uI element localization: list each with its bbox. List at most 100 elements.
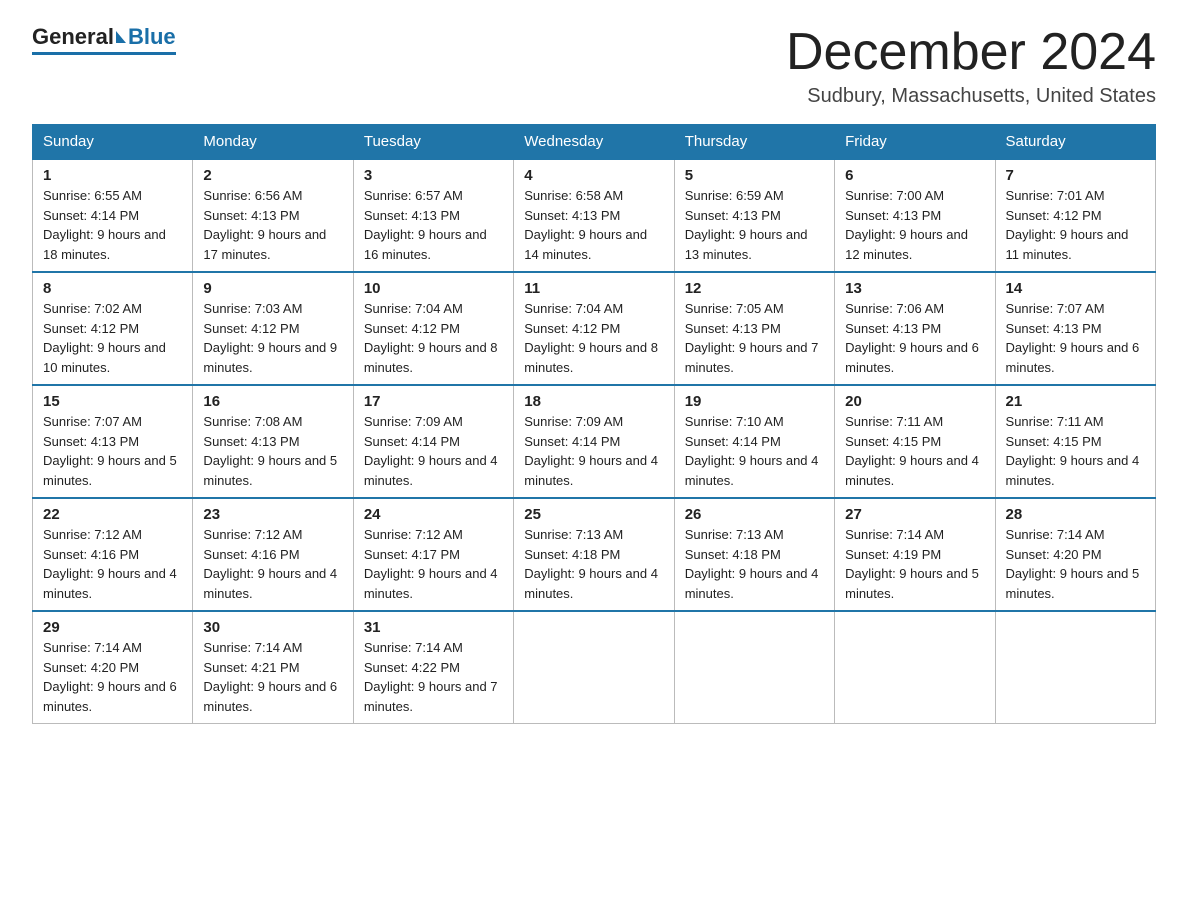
day-sunrise: Sunrise: 7:10 AM [685, 414, 784, 429]
day-sunrise: Sunrise: 6:59 AM [685, 188, 784, 203]
calendar-day-cell: 6 Sunrise: 7:00 AM Sunset: 4:13 PM Dayli… [835, 159, 995, 272]
day-number: 11 [524, 280, 663, 297]
day-sunset: Sunset: 4:14 PM [364, 434, 460, 449]
day-sunset: Sunset: 4:18 PM [524, 547, 620, 562]
calendar-day-cell: 8 Sunrise: 7:02 AM Sunset: 4:12 PM Dayli… [33, 272, 193, 385]
day-sunrise: Sunrise: 7:09 AM [524, 414, 623, 429]
day-daylight: Daylight: 9 hours and 6 minutes. [845, 340, 979, 375]
day-daylight: Daylight: 9 hours and 14 minutes. [524, 227, 647, 262]
calendar-day-cell [514, 611, 674, 724]
calendar-day-cell: 14 Sunrise: 7:07 AM Sunset: 4:13 PM Dayl… [995, 272, 1155, 385]
day-sunrise: Sunrise: 7:04 AM [524, 301, 623, 316]
calendar-day-cell: 27 Sunrise: 7:14 AM Sunset: 4:19 PM Dayl… [835, 498, 995, 611]
day-daylight: Daylight: 9 hours and 6 minutes. [43, 679, 177, 714]
day-sunset: Sunset: 4:21 PM [203, 660, 299, 675]
day-daylight: Daylight: 9 hours and 18 minutes. [43, 227, 166, 262]
calendar-day-cell: 30 Sunrise: 7:14 AM Sunset: 4:21 PM Dayl… [193, 611, 353, 724]
calendar-day-cell: 21 Sunrise: 7:11 AM Sunset: 4:15 PM Dayl… [995, 385, 1155, 498]
calendar-week-row: 29 Sunrise: 7:14 AM Sunset: 4:20 PM Dayl… [33, 611, 1156, 724]
day-number: 12 [685, 280, 824, 297]
calendar-day-cell: 1 Sunrise: 6:55 AM Sunset: 4:14 PM Dayli… [33, 159, 193, 272]
day-sunset: Sunset: 4:12 PM [364, 321, 460, 336]
col-sunday: Sunday [33, 125, 193, 160]
day-daylight: Daylight: 9 hours and 11 minutes. [1006, 227, 1129, 262]
calendar-header-row: Sunday Monday Tuesday Wednesday Thursday… [33, 125, 1156, 160]
day-sunrise: Sunrise: 7:13 AM [685, 527, 784, 542]
day-sunset: Sunset: 4:12 PM [203, 321, 299, 336]
day-sunrise: Sunrise: 7:14 AM [845, 527, 944, 542]
day-sunset: Sunset: 4:14 PM [43, 208, 139, 223]
calendar-day-cell: 19 Sunrise: 7:10 AM Sunset: 4:14 PM Dayl… [674, 385, 834, 498]
calendar-day-cell: 3 Sunrise: 6:57 AM Sunset: 4:13 PM Dayli… [353, 159, 513, 272]
day-daylight: Daylight: 9 hours and 5 minutes. [1006, 566, 1140, 601]
day-number: 26 [685, 506, 824, 523]
calendar-week-row: 8 Sunrise: 7:02 AM Sunset: 4:12 PM Dayli… [33, 272, 1156, 385]
day-number: 13 [845, 280, 984, 297]
calendar-day-cell: 7 Sunrise: 7:01 AM Sunset: 4:12 PM Dayli… [995, 159, 1155, 272]
day-daylight: Daylight: 9 hours and 4 minutes. [845, 453, 979, 488]
day-daylight: Daylight: 9 hours and 10 minutes. [43, 340, 166, 375]
calendar-day-cell: 5 Sunrise: 6:59 AM Sunset: 4:13 PM Dayli… [674, 159, 834, 272]
day-sunset: Sunset: 4:12 PM [43, 321, 139, 336]
calendar-day-cell: 9 Sunrise: 7:03 AM Sunset: 4:12 PM Dayli… [193, 272, 353, 385]
day-daylight: Daylight: 9 hours and 17 minutes. [203, 227, 326, 262]
day-sunrise: Sunrise: 7:03 AM [203, 301, 302, 316]
calendar-day-cell: 10 Sunrise: 7:04 AM Sunset: 4:12 PM Dayl… [353, 272, 513, 385]
day-sunrise: Sunrise: 7:06 AM [845, 301, 944, 316]
day-sunrise: Sunrise: 6:55 AM [43, 188, 142, 203]
day-number: 14 [1006, 280, 1145, 297]
day-sunset: Sunset: 4:13 PM [203, 434, 299, 449]
day-number: 30 [203, 619, 342, 636]
col-friday: Friday [835, 125, 995, 160]
day-sunrise: Sunrise: 7:11 AM [1006, 414, 1104, 429]
day-sunrise: Sunrise: 7:12 AM [203, 527, 302, 542]
day-sunrise: Sunrise: 7:14 AM [203, 640, 302, 655]
day-daylight: Daylight: 9 hours and 13 minutes. [685, 227, 808, 262]
day-number: 29 [43, 619, 182, 636]
logo-arrow-icon [116, 31, 126, 43]
day-number: 5 [685, 167, 824, 184]
day-sunrise: Sunrise: 7:02 AM [43, 301, 142, 316]
day-sunset: Sunset: 4:20 PM [1006, 547, 1102, 562]
day-sunset: Sunset: 4:13 PM [1006, 321, 1102, 336]
calendar-week-row: 15 Sunrise: 7:07 AM Sunset: 4:13 PM Dayl… [33, 385, 1156, 498]
logo-blue-text: Blue [128, 24, 176, 50]
day-daylight: Daylight: 9 hours and 4 minutes. [203, 566, 337, 601]
location-subtitle: Sudbury, Massachusetts, United States [786, 85, 1156, 108]
col-thursday: Thursday [674, 125, 834, 160]
month-title: December 2024 [786, 24, 1156, 81]
day-number: 10 [364, 280, 503, 297]
col-saturday: Saturday [995, 125, 1155, 160]
day-daylight: Daylight: 9 hours and 4 minutes. [364, 453, 498, 488]
day-sunset: Sunset: 4:19 PM [845, 547, 941, 562]
calendar-day-cell: 26 Sunrise: 7:13 AM Sunset: 4:18 PM Dayl… [674, 498, 834, 611]
day-sunset: Sunset: 4:13 PM [524, 208, 620, 223]
calendar-day-cell: 16 Sunrise: 7:08 AM Sunset: 4:13 PM Dayl… [193, 385, 353, 498]
day-number: 21 [1006, 393, 1145, 410]
day-sunrise: Sunrise: 7:07 AM [1006, 301, 1105, 316]
day-sunrise: Sunrise: 7:14 AM [364, 640, 463, 655]
day-number: 18 [524, 393, 663, 410]
day-sunset: Sunset: 4:16 PM [43, 547, 139, 562]
col-wednesday: Wednesday [514, 125, 674, 160]
day-daylight: Daylight: 9 hours and 8 minutes. [364, 340, 498, 375]
day-number: 23 [203, 506, 342, 523]
day-sunset: Sunset: 4:12 PM [1006, 208, 1102, 223]
col-tuesday: Tuesday [353, 125, 513, 160]
day-daylight: Daylight: 9 hours and 6 minutes. [203, 679, 337, 714]
calendar-day-cell [674, 611, 834, 724]
day-sunset: Sunset: 4:14 PM [524, 434, 620, 449]
day-number: 15 [43, 393, 182, 410]
day-sunrise: Sunrise: 7:08 AM [203, 414, 302, 429]
calendar-week-row: 22 Sunrise: 7:12 AM Sunset: 4:16 PM Dayl… [33, 498, 1156, 611]
calendar-day-cell [835, 611, 995, 724]
calendar-day-cell: 18 Sunrise: 7:09 AM Sunset: 4:14 PM Dayl… [514, 385, 674, 498]
day-number: 22 [43, 506, 182, 523]
day-daylight: Daylight: 9 hours and 5 minutes. [203, 453, 337, 488]
calendar-day-cell: 20 Sunrise: 7:11 AM Sunset: 4:15 PM Dayl… [835, 385, 995, 498]
calendar-day-cell: 23 Sunrise: 7:12 AM Sunset: 4:16 PM Dayl… [193, 498, 353, 611]
day-sunrise: Sunrise: 6:57 AM [364, 188, 463, 203]
day-sunrise: Sunrise: 7:13 AM [524, 527, 623, 542]
day-number: 20 [845, 393, 984, 410]
day-daylight: Daylight: 9 hours and 4 minutes. [685, 566, 819, 601]
